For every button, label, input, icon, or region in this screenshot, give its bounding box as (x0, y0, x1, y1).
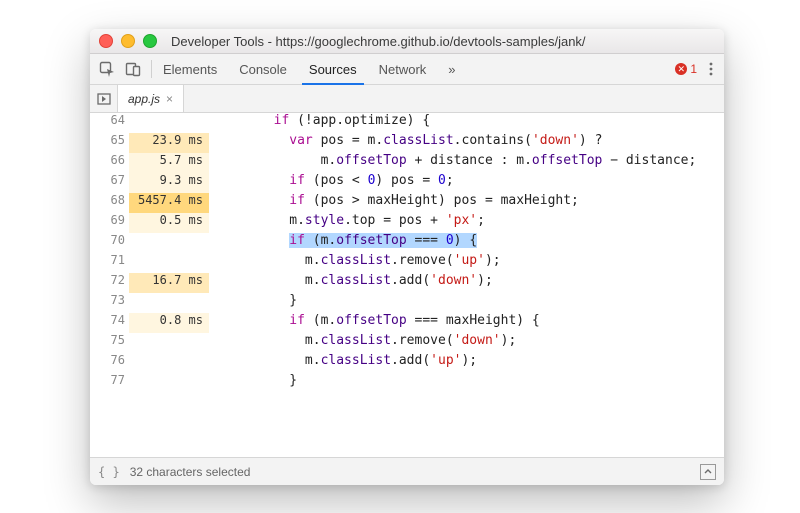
line-number: 70 (90, 233, 129, 253)
line-timing (129, 113, 209, 133)
file-tab-bar: app.js × (90, 85, 724, 113)
window-minimize-button[interactable] (121, 34, 135, 48)
code-line[interactable]: 73 } (90, 293, 724, 313)
line-timing (129, 353, 209, 373)
code-line[interactable]: 70 if (m.offsetTop === 0) { (90, 233, 724, 253)
collapse-drawer-icon[interactable] (700, 464, 716, 480)
code-editor[interactable]: 64 if (!app.optimize) {6523.9 ms var pos… (90, 113, 724, 457)
tab-overflow[interactable]: » (437, 54, 466, 84)
line-code: m.classList.add('up'); (209, 353, 724, 373)
code-line[interactable]: 77 } (90, 373, 724, 393)
line-timing (129, 253, 209, 273)
code-line[interactable]: 76 m.classList.add('up'); (90, 353, 724, 373)
pretty-print-icon[interactable]: { } (98, 465, 120, 479)
line-number: 74 (90, 313, 129, 333)
tab-elements[interactable]: Elements (152, 54, 228, 84)
line-code: if (pos < 0) pos = 0; (209, 173, 724, 193)
code-line[interactable]: 679.3 ms if (pos < 0) pos = 0; (90, 173, 724, 193)
line-number: 72 (90, 273, 129, 293)
error-count: 1 (690, 62, 697, 76)
window-title: Developer Tools - https://googlechrome.g… (171, 34, 586, 49)
line-code: } (209, 293, 724, 313)
line-timing: 9.3 ms (129, 173, 209, 193)
line-timing: 0.5 ms (129, 213, 209, 233)
file-tab[interactable]: app.js × (118, 85, 184, 112)
line-timing: 5457.4 ms (129, 193, 209, 213)
status-bar: { } 32 characters selected (90, 457, 724, 485)
code-line[interactable]: 75 m.classList.remove('down'); (90, 333, 724, 353)
tab-label: Network (379, 62, 427, 77)
tab-console[interactable]: Console (228, 54, 298, 84)
line-code: m.classList.add('down'); (209, 273, 724, 293)
error-icon: ✕ (675, 63, 687, 75)
error-badge[interactable]: ✕ 1 (669, 62, 703, 76)
line-code: m.offsetTop + distance : m.offsetTop − d… (209, 153, 724, 173)
code-line[interactable]: 71 m.classList.remove('up'); (90, 253, 724, 273)
line-number: 69 (90, 213, 129, 233)
line-timing: 0.8 ms (129, 313, 209, 333)
overflow-label: » (448, 62, 455, 77)
inspect-element-icon[interactable] (95, 61, 121, 77)
code-line[interactable]: 665.7 ms m.offsetTop + distance : m.offs… (90, 153, 724, 173)
line-timing (129, 233, 209, 253)
file-tab-label: app.js (128, 92, 160, 106)
line-number: 66 (90, 153, 129, 173)
line-number: 65 (90, 133, 129, 153)
tab-label: Sources (309, 62, 357, 77)
line-number: 75 (90, 333, 129, 353)
line-timing (129, 293, 209, 313)
line-code: m.classList.remove('down'); (209, 333, 724, 353)
line-number: 76 (90, 353, 129, 373)
line-timing: 5.7 ms (129, 153, 209, 173)
line-timing (129, 373, 209, 393)
line-number: 67 (90, 173, 129, 193)
code-line[interactable]: 740.8 ms if (m.offsetTop === maxHeight) … (90, 313, 724, 333)
line-code: m.classList.remove('up'); (209, 253, 724, 273)
line-number: 64 (90, 113, 129, 133)
line-number: 68 (90, 193, 129, 213)
titlebar: Developer Tools - https://googlechrome.g… (90, 29, 724, 54)
code-line[interactable]: 690.5 ms m.style.top = pos + 'px'; (90, 213, 724, 233)
line-timing (129, 333, 209, 353)
file-tab-close-icon[interactable]: × (166, 92, 173, 106)
navigator-toggle-icon[interactable] (90, 85, 118, 112)
line-code: m.style.top = pos + 'px'; (209, 213, 724, 233)
tab-label: Elements (163, 62, 217, 77)
tab-network[interactable]: Network (368, 54, 438, 84)
line-number: 77 (90, 373, 129, 393)
line-code: if (!app.optimize) { (209, 113, 724, 133)
panel-tabbar: Elements Console Sources Network » ✕ 1 (90, 54, 724, 85)
kebab-menu-icon[interactable] (703, 61, 719, 77)
tab-sources[interactable]: Sources (298, 54, 368, 84)
code-line[interactable]: 7216.7 ms m.classList.add('down'); (90, 273, 724, 293)
status-text: 32 characters selected (130, 465, 251, 479)
line-code: if (m.offsetTop === 0) { (209, 233, 724, 253)
code-line[interactable]: 685457.4 ms if (pos > maxHeight) pos = m… (90, 193, 724, 213)
line-code: var pos = m.classList.contains('down') ? (209, 133, 724, 153)
code-line[interactable]: 6523.9 ms var pos = m.classList.contains… (90, 133, 724, 153)
window-close-button[interactable] (99, 34, 113, 48)
tab-label: Console (239, 62, 287, 77)
device-toolbar-icon[interactable] (121, 61, 151, 77)
window-zoom-button[interactable] (143, 34, 157, 48)
line-number: 71 (90, 253, 129, 273)
code-line[interactable]: 64 if (!app.optimize) { (90, 113, 724, 133)
line-number: 73 (90, 293, 129, 313)
line-code: if (pos > maxHeight) pos = maxHeight; (209, 193, 724, 213)
line-timing: 23.9 ms (129, 133, 209, 153)
line-code: } (209, 373, 724, 393)
line-code: if (m.offsetTop === maxHeight) { (209, 313, 724, 333)
line-timing: 16.7 ms (129, 273, 209, 293)
devtools-window: Developer Tools - https://googlechrome.g… (90, 29, 724, 485)
